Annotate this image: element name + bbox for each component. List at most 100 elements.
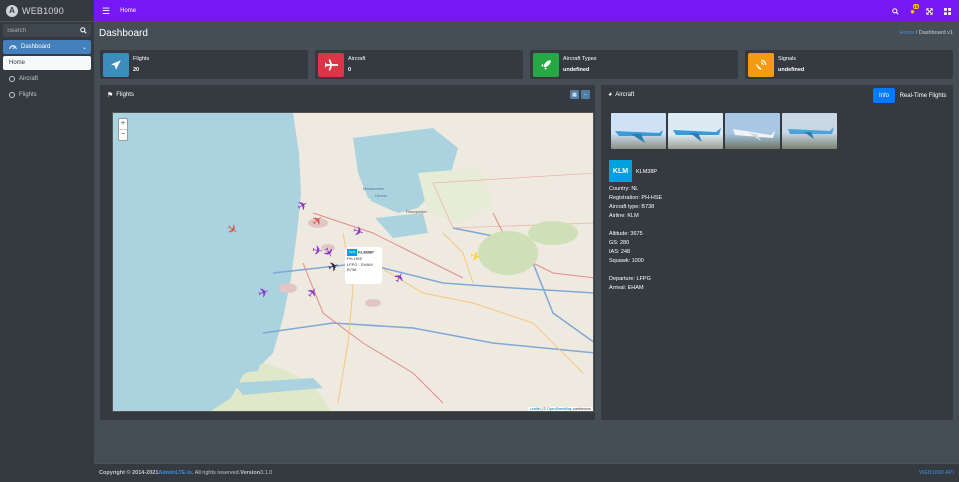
sidebar: A WEB1090 Dashboard ⌄ Home Aircraft Flig… [0, 0, 94, 482]
aircraft-card: ◕ Aircraft Info Real-Time Flights KLM KL… [601, 85, 953, 420]
detail-registration: Registration: PH-HSE [609, 195, 663, 201]
detail-gs: GS: 280 [609, 240, 630, 246]
stat-label: Flights [133, 56, 150, 62]
aircraft-photo[interactable] [782, 113, 837, 149]
rocket-icon [533, 52, 559, 77]
detail-departure: Departure: LFPG [609, 276, 651, 282]
search-icon[interactable] [80, 27, 87, 34]
sidebar-item-dashboard[interactable]: Dashboard ⌄ [3, 40, 91, 54]
map-label: IJmeer [375, 193, 388, 198]
zoom-in-button[interactable]: + [119, 119, 127, 129]
sidebar-nav: Dashboard ⌄ Home Aircraft Flights [0, 40, 94, 102]
stat-label: Aircraft Types [563, 56, 597, 62]
flights-card: ⚑ Flights ▦ − Markermeer IJmeer Flevopol… [100, 85, 595, 420]
tachometer-icon [9, 45, 17, 50]
tab-real-time-flights[interactable]: Real-Time Flights [898, 88, 948, 103]
popup-callsign: KLM38P [358, 249, 374, 255]
main-content: Dashboard Home / Dashboard v1 Flights 20 … [94, 22, 959, 463]
breadcrumb: Home / Dashboard v1 [899, 30, 953, 36]
map-label: Markermeer [363, 186, 385, 191]
detail-altitude: Altitude: 3675 [609, 231, 643, 237]
airline-logo: KLM [347, 249, 357, 256]
breadcrumb-home[interactable]: Home [899, 30, 914, 36]
aircraft-popup: KLM KLM38P PH-HSE LFPG - EHAM B738 [345, 247, 382, 284]
footer-version-label: Version [240, 470, 261, 476]
stat-label: Aircraft [348, 56, 366, 62]
aircraft-photos [611, 113, 837, 149]
brand-logo: A [6, 4, 18, 17]
breadcrumb-current: Dashboard v1 [918, 30, 953, 36]
page-title: Dashboard [99, 28, 148, 39]
flights-card-header: ⚑ Flights [100, 85, 595, 105]
airline-logo: KLM [609, 160, 632, 182]
stat-box-signals: Signals undefined [745, 50, 953, 79]
detail-squawk: Squawk: 1000 [609, 258, 644, 264]
map-zoom-control: + − [118, 118, 128, 141]
grid-icon[interactable] [944, 7, 951, 15]
circle-icon [9, 76, 15, 82]
footer-version-value: 3.1.0 [260, 470, 273, 476]
aircraft-photo[interactable] [725, 113, 780, 149]
paper-plane-icon [103, 52, 129, 77]
map-attribution: Leaflet | © OpenStreetMap contributors [528, 407, 593, 411]
stat-box-aircraft-types: Aircraft Types undefined [530, 50, 738, 79]
chevron-down-icon: ⌄ [81, 44, 87, 51]
map-label: Flevopolder [406, 209, 427, 214]
tab-info[interactable]: Info [873, 88, 895, 103]
footer: Copyright © 2014-2021 AdminLTE.io. All r… [94, 463, 959, 482]
notification-badge: 15 [912, 3, 919, 9]
stat-value: undefined [778, 67, 805, 73]
satellite-dish-icon [748, 52, 774, 77]
stat-box-aircraft: Aircraft 0 [315, 50, 523, 79]
stat-label: Signals [778, 56, 797, 62]
navbar-right: ● 15 [892, 3, 951, 16]
flights-map[interactable]: Markermeer IJmeer Flevopolder + − ✈ ✈ ✈ … [112, 112, 594, 412]
sidebar-search [3, 24, 91, 37]
aircraft-details: KLM KLM38P Country: NL Registration: PH-… [609, 160, 662, 293]
top-navbar: ☰ Home ● 15 [94, 0, 959, 22]
sidebar-item-home[interactable]: Home [3, 56, 91, 70]
sidebar-item-label: Aircraft [19, 76, 39, 82]
map-marker-icon: ⚑ [107, 92, 114, 99]
stat-box-flights: Flights 20 [100, 50, 308, 79]
search-icon[interactable] [892, 7, 899, 15]
sidebar-item-flights[interactable]: Flights [3, 88, 91, 102]
expand-icon[interactable] [926, 7, 933, 15]
aircraft-callsign: KLM38P [636, 169, 658, 175]
collapse-button[interactable]: − [581, 90, 590, 99]
aircraft-photo[interactable] [668, 113, 723, 149]
detail-country: Country: NL [609, 186, 639, 192]
hamburger-menu-icon[interactable]: ☰ [102, 6, 110, 17]
detail-airline: Airline: KLM [609, 213, 639, 219]
popup-registration: PH-HSE [347, 256, 363, 261]
aircraft-photo[interactable] [611, 113, 666, 149]
footer-api-link[interactable]: WEB1090 API [919, 470, 954, 476]
sidebar-item-label: Home [9, 60, 26, 66]
detail-arrival: Arrival: EHAM [609, 285, 644, 291]
osm-link[interactable]: OpenStreetMap [547, 407, 572, 411]
detail-type: Aircraft type: B738 [609, 204, 655, 210]
card-tools: ▦ − [570, 90, 590, 99]
zoom-out-button[interactable]: − [119, 129, 127, 140]
circle-icon [9, 92, 15, 98]
stat-value: 0 [348, 67, 352, 73]
pie-chart-icon: ◕ [608, 91, 613, 98]
popup-type: B738 [347, 267, 357, 272]
breadcrumb-separator: / [915, 30, 918, 36]
notifications-button[interactable]: ● 15 [910, 3, 919, 16]
plane-icon [318, 52, 344, 77]
detail-ias: IAS: 248 [609, 249, 631, 255]
footer-link[interactable]: AdminLTE.io [158, 470, 192, 476]
nav-home-link[interactable]: Home [120, 8, 136, 14]
sidebar-item-aircraft[interactable]: Aircraft [3, 72, 91, 86]
brand-link[interactable]: A WEB1090 [0, 0, 94, 22]
sidebar-item-label: Flights [19, 92, 37, 98]
search-input[interactable] [7, 27, 67, 34]
card-title: Aircraft [615, 91, 635, 98]
stat-value: 20 [133, 67, 140, 73]
leaflet-link[interactable]: Leaflet [530, 407, 541, 411]
footer-copyright: Copyright © 2014-2021 [99, 470, 159, 476]
card-title: Flights [116, 92, 134, 98]
attribution-tail: contributors [571, 407, 591, 411]
calendar-icon[interactable]: ▦ [570, 90, 579, 99]
